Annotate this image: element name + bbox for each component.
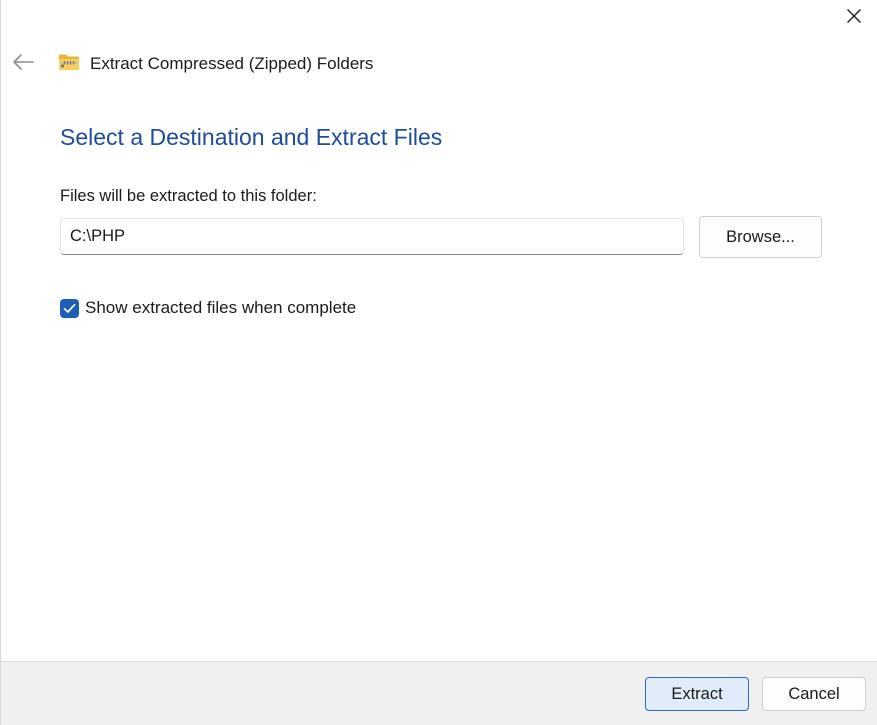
window-title: Extract Compressed (Zipped) Folders <box>90 54 374 73</box>
destination-label: Files will be extracted to this folder: <box>60 187 317 205</box>
dialog-footer: Extract Cancel <box>1 661 877 725</box>
cancel-button[interactable]: Cancel <box>762 677 866 711</box>
show-extracted-files-checkbox[interactable] <box>60 298 79 318</box>
checkmark-icon <box>63 303 76 313</box>
page-heading: Select a Destination and Extract Files <box>60 124 443 150</box>
extract-wizard-window: Extract Compressed (Zipped) Folders Sele… <box>0 0 877 725</box>
browse-button[interactable]: Browse... <box>699 216 822 258</box>
show-extracted-files-label: Show extracted files when complete <box>85 298 357 317</box>
destination-path-input[interactable] <box>60 218 684 255</box>
back-arrow-icon <box>12 53 34 75</box>
close-button[interactable] <box>831 0 877 36</box>
back-button[interactable] <box>9 50 37 78</box>
zipped-folder-icon <box>58 53 80 76</box>
extract-button[interactable]: Extract <box>645 677 749 711</box>
close-icon <box>846 8 862 29</box>
show-extracted-files-option[interactable]: Show extracted files when complete <box>60 298 356 318</box>
window-title-bar: Extract Compressed (Zipped) Folders <box>58 50 373 78</box>
